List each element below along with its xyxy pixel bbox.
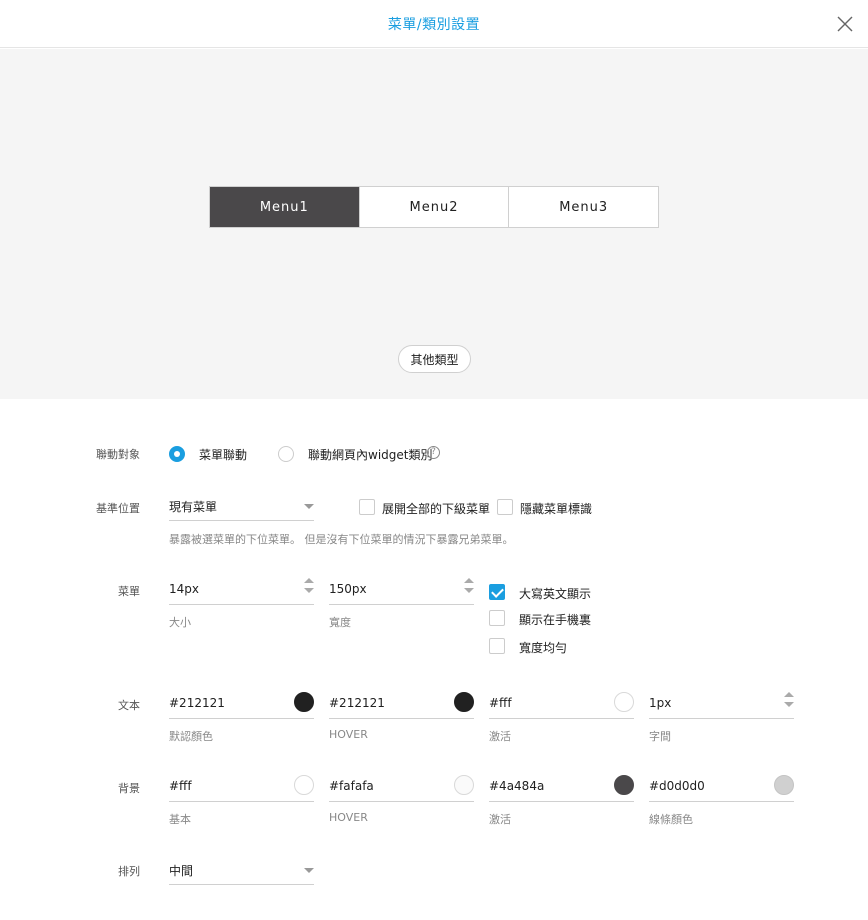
text-hover-caption: HOVER: [329, 728, 368, 741]
text-hover-color-field[interactable]: #212121: [329, 689, 474, 719]
color-swatch[interactable]: [454, 775, 474, 795]
color-swatch[interactable]: [294, 692, 314, 712]
color-swatch[interactable]: [614, 775, 634, 795]
arrange-label: 排列: [118, 865, 140, 878]
background-label: 背景: [118, 782, 140, 795]
text-default-color-value: #212121: [169, 696, 225, 710]
stepper-icon[interactable]: [784, 692, 794, 712]
bg-base-color-field[interactable]: #fff: [169, 772, 314, 802]
other-types-button[interactable]: 其他類型: [398, 345, 471, 373]
text-default-color-field[interactable]: #212121: [169, 689, 314, 719]
widget-link-radio[interactable]: [278, 446, 294, 462]
bg-active-color-value: #4a484a: [489, 779, 545, 793]
dialog-title: 菜單/類別設置: [387, 17, 481, 33]
bg-base-caption: 基本: [169, 813, 191, 826]
color-swatch[interactable]: [454, 692, 474, 712]
color-swatch[interactable]: [614, 692, 634, 712]
menu-width-caption: 寬度: [329, 616, 351, 629]
bg-line-color-value: #d0d0d0: [649, 779, 705, 793]
hide-mark-label: 隱藏菜單標識: [520, 502, 593, 516]
bg-base-color-value: #fff: [169, 779, 192, 793]
text-active-color-value: #fff: [489, 696, 512, 710]
menu-size-value: 14px: [169, 582, 199, 596]
chevron-down-icon: [304, 868, 314, 873]
bg-hover-color-value: #fafafa: [329, 779, 374, 793]
bg-hover-caption: HOVER: [329, 811, 368, 824]
show-mobile-label: 顯示在手機裏: [519, 613, 592, 627]
hide-mark-checkbox[interactable]: [497, 499, 513, 515]
chevron-down-icon: [304, 504, 314, 509]
preview-menu-item[interactable]: Menu2: [360, 187, 510, 227]
letter-spacing-value: 1px: [649, 696, 672, 710]
expand-all-checkbox[interactable]: [359, 499, 375, 515]
text-default-caption: 默認顏色: [169, 730, 213, 743]
menu-width-stepper[interactable]: 150px: [329, 575, 474, 605]
bg-active-caption: 激活: [489, 813, 511, 826]
arrange-select[interactable]: 中間: [169, 855, 314, 885]
text-label: 文本: [118, 699, 140, 712]
help-icon[interactable]: ?: [427, 446, 440, 459]
bg-line-caption: 線條顏色: [649, 813, 693, 826]
close-icon[interactable]: [836, 15, 854, 33]
show-mobile-checkbox[interactable]: [489, 610, 505, 626]
menu-width-value: 150px: [329, 582, 367, 596]
color-swatch[interactable]: [774, 775, 794, 795]
position-select-value: 現有菜單: [169, 500, 218, 514]
stepper-icon[interactable]: [464, 578, 474, 598]
stepper-icon[interactable]: [304, 578, 314, 598]
preview-menu-item[interactable]: Menu3: [509, 187, 658, 227]
menu-size-caption: 大小: [169, 616, 191, 629]
color-swatch[interactable]: [294, 775, 314, 795]
arrange-select-value: 中間: [169, 864, 194, 878]
position-select[interactable]: 現有菜單: [169, 491, 314, 521]
uppercase-checkbox[interactable]: [489, 584, 505, 600]
equal-width-label: 寬度均勻: [519, 641, 568, 655]
preview-menu-item[interactable]: Menu1: [210, 187, 360, 227]
link-label: 聯動對象: [96, 448, 140, 461]
menu-size-stepper[interactable]: 14px: [169, 575, 314, 605]
widget-link-label: 聯動網頁內widget類別: [308, 448, 433, 462]
menu-link-radio[interactable]: [169, 446, 185, 462]
dialog-header: 菜單/類別設置: [0, 0, 868, 48]
menu-label: 菜單: [118, 585, 140, 598]
letter-spacing-stepper[interactable]: 1px: [649, 689, 794, 719]
text-hover-color-value: #212121: [329, 696, 385, 710]
menu-preview: Menu1 Menu2 Menu3 其他類型: [0, 49, 868, 399]
preview-menu-bar: Menu1 Menu2 Menu3: [209, 186, 659, 228]
equal-width-checkbox[interactable]: [489, 638, 505, 654]
text-active-color-field[interactable]: #fff: [489, 689, 634, 719]
uppercase-label: 大寫英文顯示: [519, 587, 592, 601]
bg-active-color-field[interactable]: #4a484a: [489, 772, 634, 802]
position-note: 暴露被選菜單的下位菜單。 但是沒有下位菜單的情況下暴露兄弟菜單。: [169, 533, 514, 546]
bg-hover-color-field[interactable]: #fafafa: [329, 772, 474, 802]
letter-spacing-caption: 字間: [649, 730, 671, 743]
bg-line-color-field[interactable]: #d0d0d0: [649, 772, 794, 802]
menu-link-label: 菜單聯動: [199, 448, 248, 462]
text-active-caption: 激活: [489, 730, 511, 743]
expand-all-label: 展開全部的下級菜單: [382, 502, 491, 516]
position-label: 基準位置: [96, 502, 140, 515]
